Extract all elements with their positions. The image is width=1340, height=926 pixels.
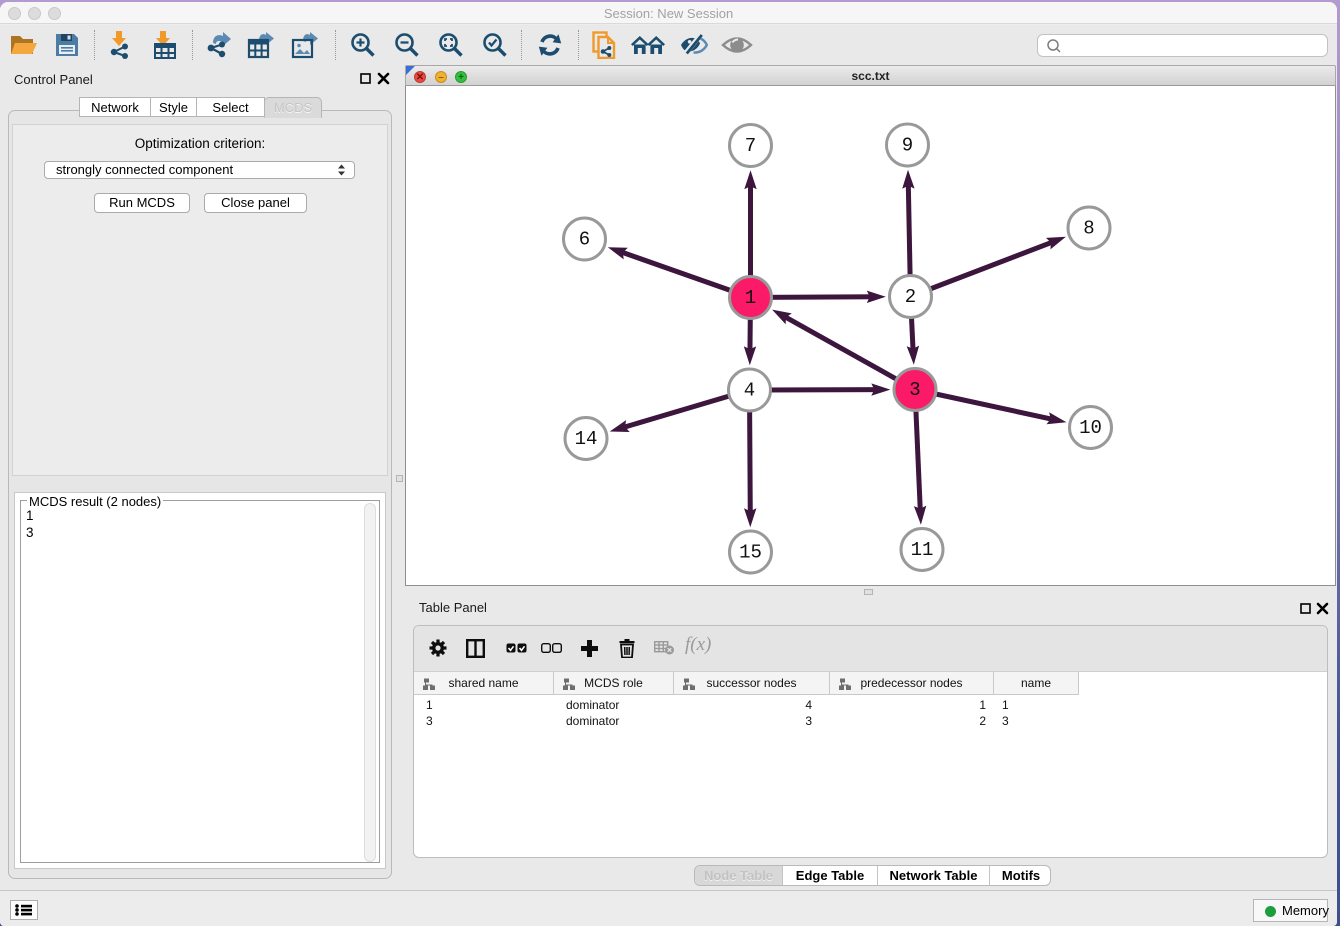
svg-text:15: 15	[739, 542, 762, 564]
svg-text:14: 14	[575, 428, 598, 450]
svg-text:9: 9	[902, 135, 913, 157]
svg-text:11: 11	[911, 539, 934, 561]
svg-text:8: 8	[1083, 218, 1094, 240]
svg-text:3: 3	[909, 379, 920, 401]
svg-text:2: 2	[905, 286, 916, 308]
svg-text:10: 10	[1079, 417, 1102, 439]
svg-text:7: 7	[745, 135, 756, 157]
svg-text:4: 4	[744, 380, 755, 402]
svg-text:6: 6	[579, 229, 590, 251]
svg-text:1: 1	[745, 287, 756, 309]
